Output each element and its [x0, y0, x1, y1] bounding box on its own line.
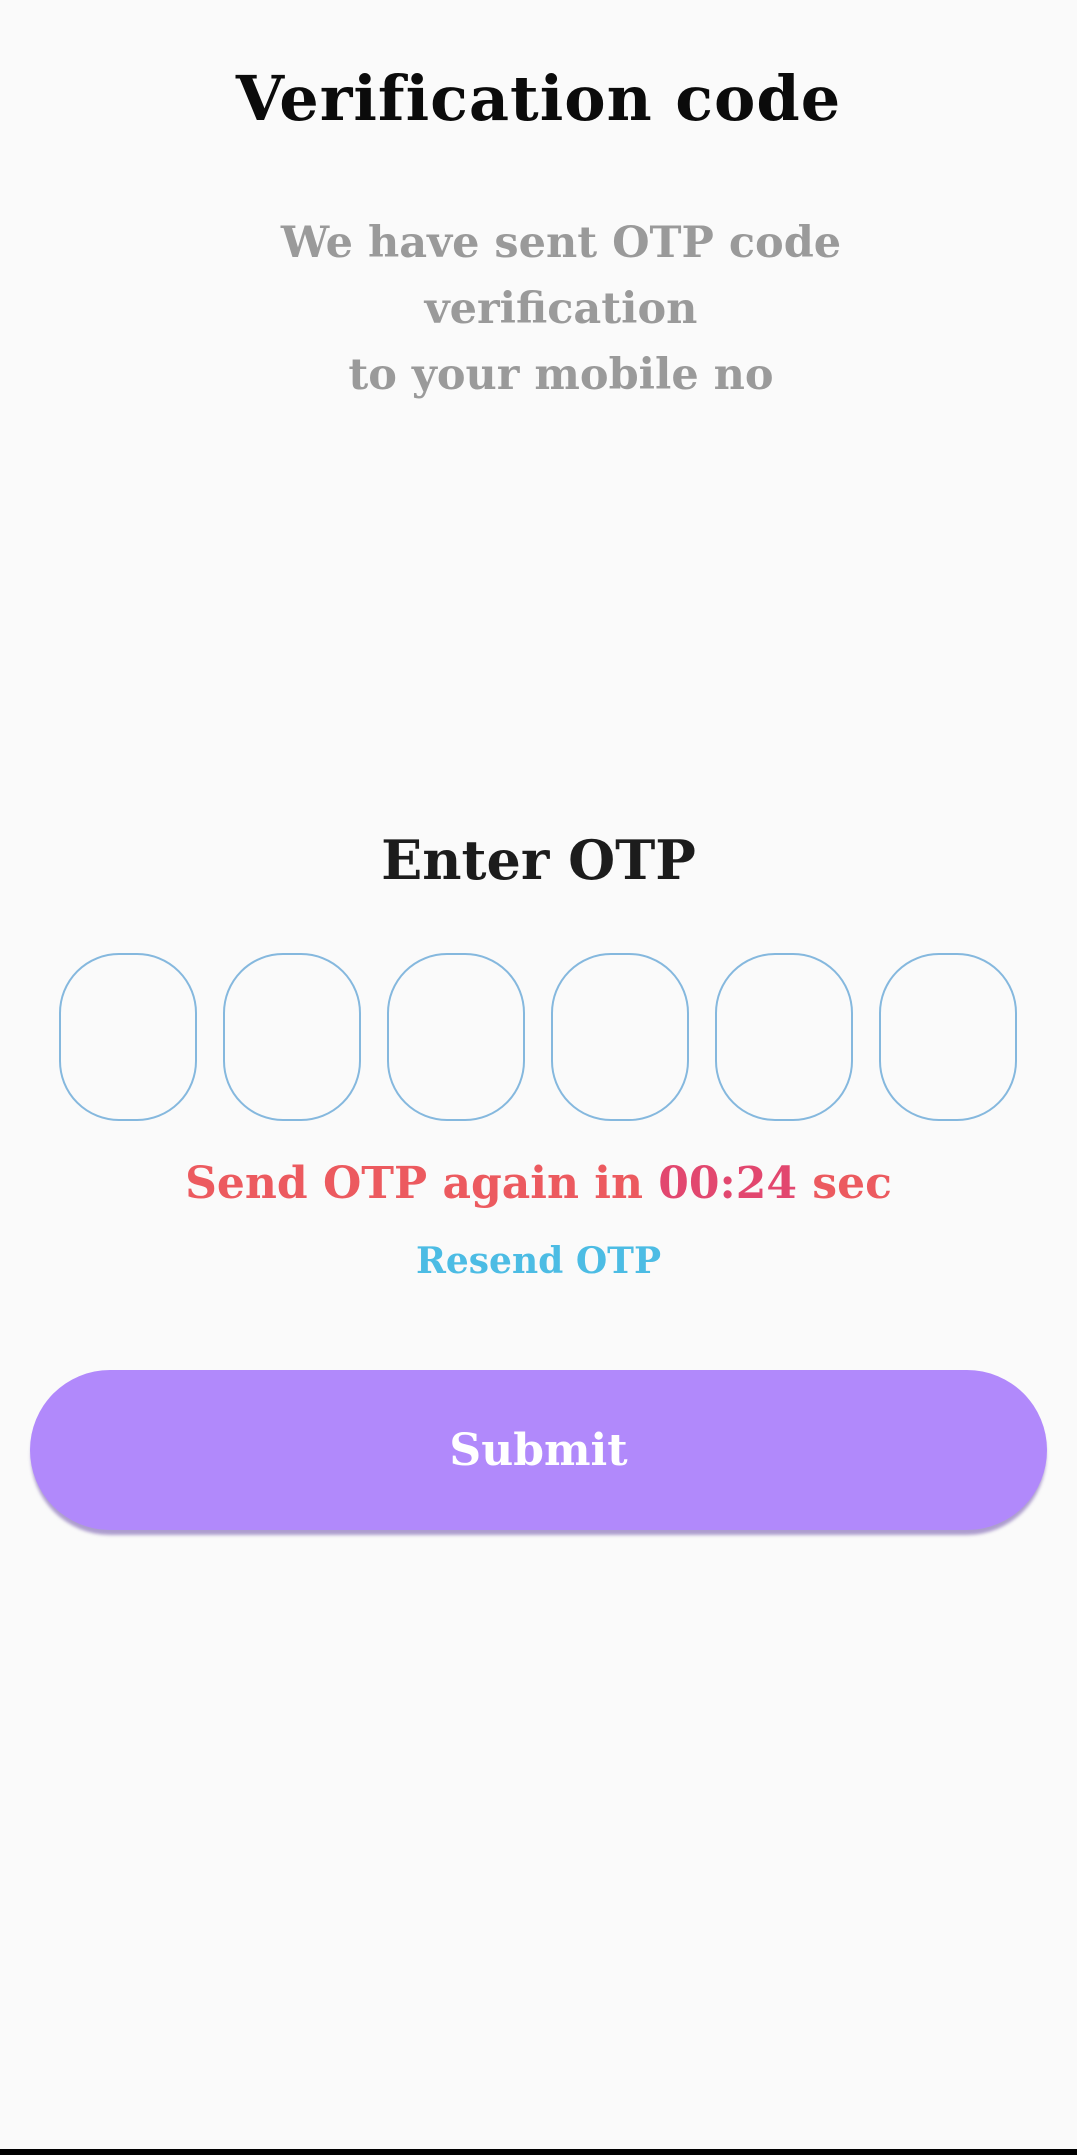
otp-digit-5[interactable]: [715, 953, 853, 1121]
countdown-timer: 00:24: [658, 1158, 797, 1209]
page-title: Verification code: [235, 62, 842, 135]
otp-input-group: [59, 953, 1019, 1121]
countdown-suffix: sec: [796, 1158, 892, 1209]
otp-digit-4[interactable]: [551, 953, 689, 1121]
submit-button[interactable]: Submit: [30, 1370, 1047, 1530]
otp-sent-message-line-1: We have sent OTP code verification: [280, 218, 842, 334]
resend-otp-link[interactable]: Resend OTP: [0, 1240, 1077, 1282]
otp-digit-6[interactable]: [879, 953, 1017, 1121]
otp-sent-message-line-2: to your mobile no: [348, 350, 774, 400]
otp-digit-3[interactable]: [387, 953, 525, 1121]
bottom-edge-bar: [0, 2149, 1077, 2155]
otp-digit-1[interactable]: [59, 953, 197, 1121]
resend-countdown: Send OTP again in 00:24 sec: [0, 1158, 1077, 1209]
otp-sent-message: We have sent OTP code verification to yo…: [150, 210, 972, 408]
countdown-prefix: Send OTP again in: [185, 1158, 659, 1209]
enter-otp-heading: Enter OTP: [381, 828, 696, 892]
otp-digit-2[interactable]: [223, 953, 361, 1121]
